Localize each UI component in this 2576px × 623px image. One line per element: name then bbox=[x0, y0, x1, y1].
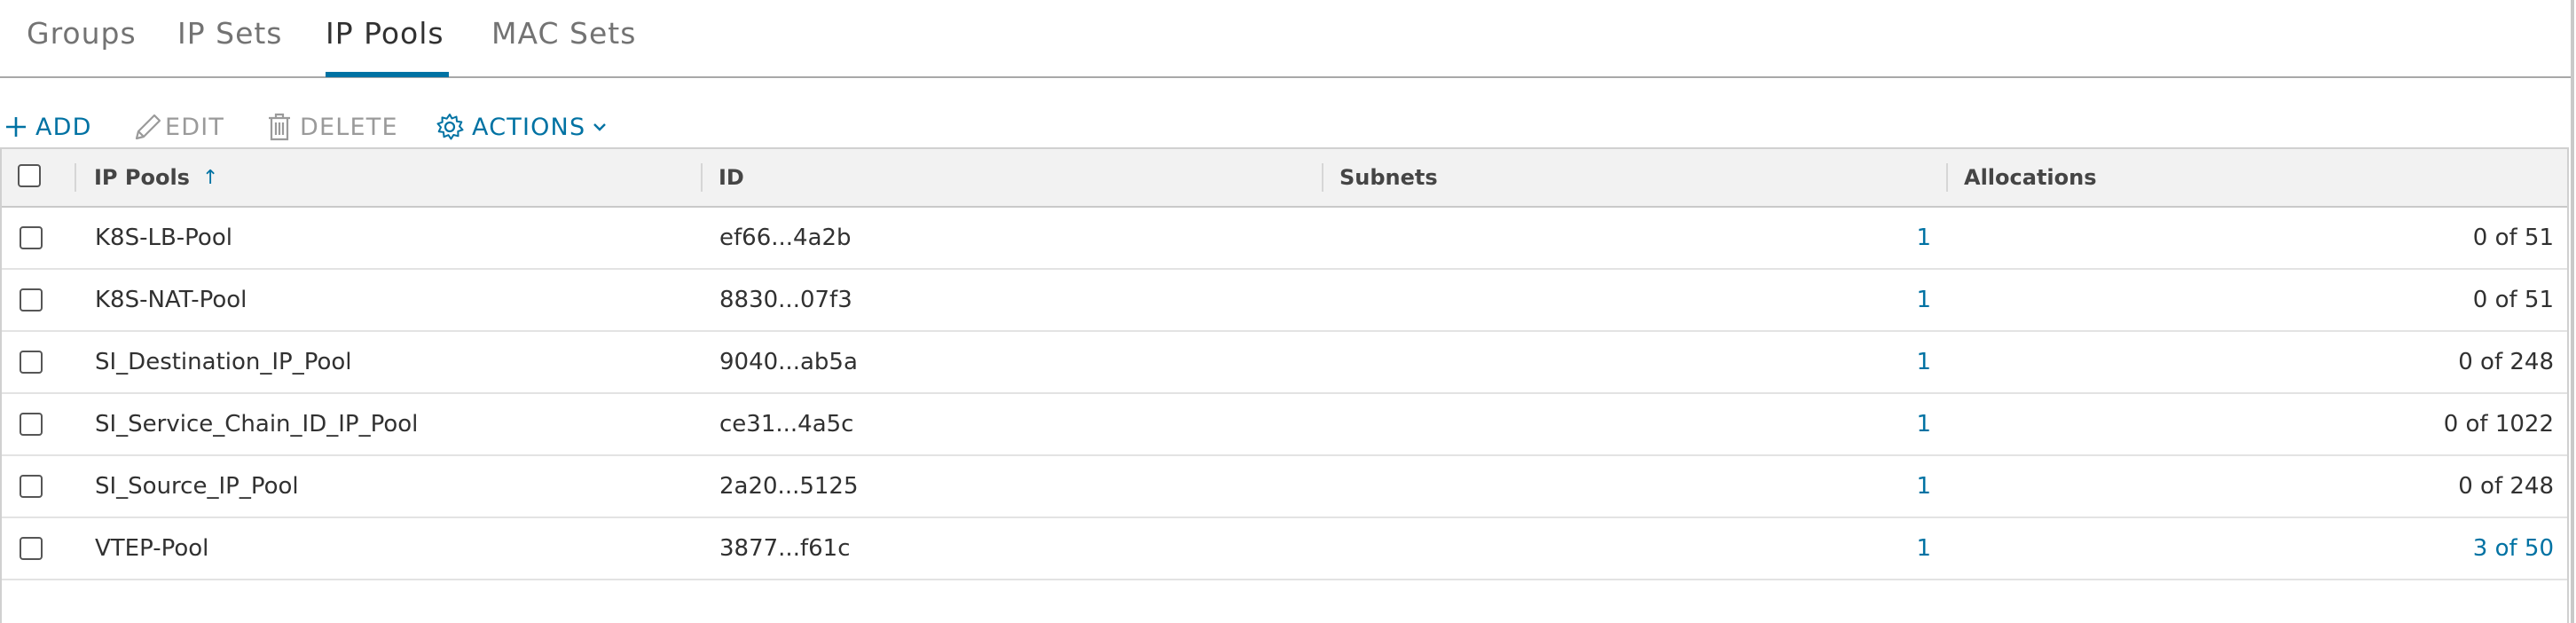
row-allocations: 0 of 51 bbox=[2472, 225, 2554, 251]
row-subnets-link[interactable]: 1 bbox=[1332, 456, 1931, 517]
ip-pools-datagrid: IP Pools ↑ ID Subnets Allocations K8S-LB… bbox=[0, 147, 2569, 623]
column-separator bbox=[701, 163, 703, 192]
row-checkbox[interactable] bbox=[20, 537, 43, 560]
row-id: 3877...f61c bbox=[719, 535, 851, 562]
column-header-ip-pools-label: IP Pools bbox=[94, 165, 190, 190]
chevron-down-icon bbox=[593, 122, 607, 132]
row-checkbox[interactable] bbox=[20, 351, 43, 374]
column-header-allocations[interactable]: Allocations bbox=[1964, 149, 2097, 206]
table-row[interactable]: SI_Destination_IP_Pool 9040...ab5a 1 0 o… bbox=[2, 332, 2567, 394]
row-name: SI_Source_IP_Pool bbox=[95, 473, 299, 500]
table-row[interactable]: SI_Service_Chain_ID_IP_Pool ce31...4a5c … bbox=[2, 394, 2567, 456]
tab-groups[interactable]: Groups bbox=[27, 16, 137, 51]
sort-ascending-icon: ↑ bbox=[201, 166, 219, 189]
row-id: ef66...4a2b bbox=[719, 225, 852, 251]
row-name: K8S-LB-Pool bbox=[95, 225, 232, 251]
actions-button-label: ACTIONS bbox=[472, 113, 586, 141]
row-checkbox[interactable] bbox=[20, 226, 43, 249]
column-separator bbox=[75, 163, 76, 192]
edit-button-label: EDIT bbox=[165, 113, 225, 141]
row-id: ce31...4a5c bbox=[719, 411, 854, 438]
column-separator bbox=[1322, 163, 1323, 192]
row-subnets-link[interactable]: 1 bbox=[1332, 394, 1931, 454]
row-id: 2a20...5125 bbox=[719, 473, 859, 500]
row-name: K8S-NAT-Pool bbox=[95, 287, 247, 313]
table-row[interactable]: SI_Source_IP_Pool 2a20...5125 1 0 of 248 bbox=[2, 456, 2567, 518]
pencil-icon bbox=[131, 112, 163, 142]
tab-ip-pools[interactable]: IP Pools bbox=[326, 16, 444, 51]
row-subnets-link[interactable]: 1 bbox=[1332, 208, 1931, 268]
table-row[interactable]: K8S-LB-Pool ef66...4a2b 1 0 of 51 bbox=[2, 208, 2567, 270]
grid-header: IP Pools ↑ ID Subnets Allocations bbox=[2, 149, 2567, 208]
row-checkbox[interactable] bbox=[20, 413, 43, 436]
plus-icon bbox=[4, 114, 28, 139]
actions-menu-button[interactable]: ACTIONS bbox=[435, 105, 607, 149]
tab-ip-sets[interactable]: IP Sets bbox=[177, 16, 283, 51]
row-allocations: 0 of 1022 bbox=[2443, 411, 2554, 438]
row-id: 9040...ab5a bbox=[719, 349, 858, 375]
row-subnets-link[interactable]: 1 bbox=[1332, 270, 1931, 330]
row-subnets-link[interactable]: 1 bbox=[1332, 518, 1931, 579]
column-header-ip-pools[interactable]: IP Pools ↑ bbox=[94, 149, 218, 206]
edit-button[interactable]: EDIT bbox=[131, 105, 224, 149]
row-allocations-link[interactable]: 3 of 50 bbox=[1953, 518, 2554, 579]
row-allocations: 0 of 248 bbox=[2458, 473, 2554, 500]
add-button-label: ADD bbox=[35, 113, 92, 141]
tab-bar: Groups IP Sets IP Pools MAC Sets bbox=[0, 0, 2571, 78]
toolbar: ADD EDIT DELETE ACTIONS bbox=[0, 105, 2571, 149]
panel-right-border bbox=[2571, 0, 2574, 623]
delete-button-label: DELETE bbox=[300, 113, 398, 141]
row-name: SI_Service_Chain_ID_IP_Pool bbox=[95, 411, 419, 438]
row-name: SI_Destination_IP_Pool bbox=[95, 349, 352, 375]
add-button[interactable]: ADD bbox=[4, 105, 92, 149]
trash-icon bbox=[266, 112, 293, 142]
row-subnets-link[interactable]: 1 bbox=[1332, 332, 1931, 392]
row-checkbox[interactable] bbox=[20, 288, 43, 312]
select-all-checkbox[interactable] bbox=[18, 164, 41, 187]
column-header-subnets[interactable]: Subnets bbox=[1339, 149, 1438, 206]
active-tab-indicator bbox=[326, 72, 449, 77]
table-row[interactable]: K8S-NAT-Pool 8830...07f3 1 0 of 51 bbox=[2, 270, 2567, 332]
row-name: VTEP-Pool bbox=[95, 535, 209, 562]
row-allocations: 0 of 51 bbox=[2472, 287, 2554, 313]
column-separator bbox=[1946, 163, 1948, 192]
tab-mac-sets[interactable]: MAC Sets bbox=[491, 16, 636, 51]
row-id: 8830...07f3 bbox=[719, 287, 852, 313]
row-allocations: 0 of 248 bbox=[2458, 349, 2554, 375]
gear-icon bbox=[435, 112, 465, 142]
row-checkbox[interactable] bbox=[20, 475, 43, 498]
table-row[interactable]: VTEP-Pool 3877...f61c 1 3 of 50 bbox=[2, 518, 2567, 580]
column-header-id[interactable]: ID bbox=[719, 149, 744, 206]
delete-button[interactable]: DELETE bbox=[266, 105, 398, 149]
